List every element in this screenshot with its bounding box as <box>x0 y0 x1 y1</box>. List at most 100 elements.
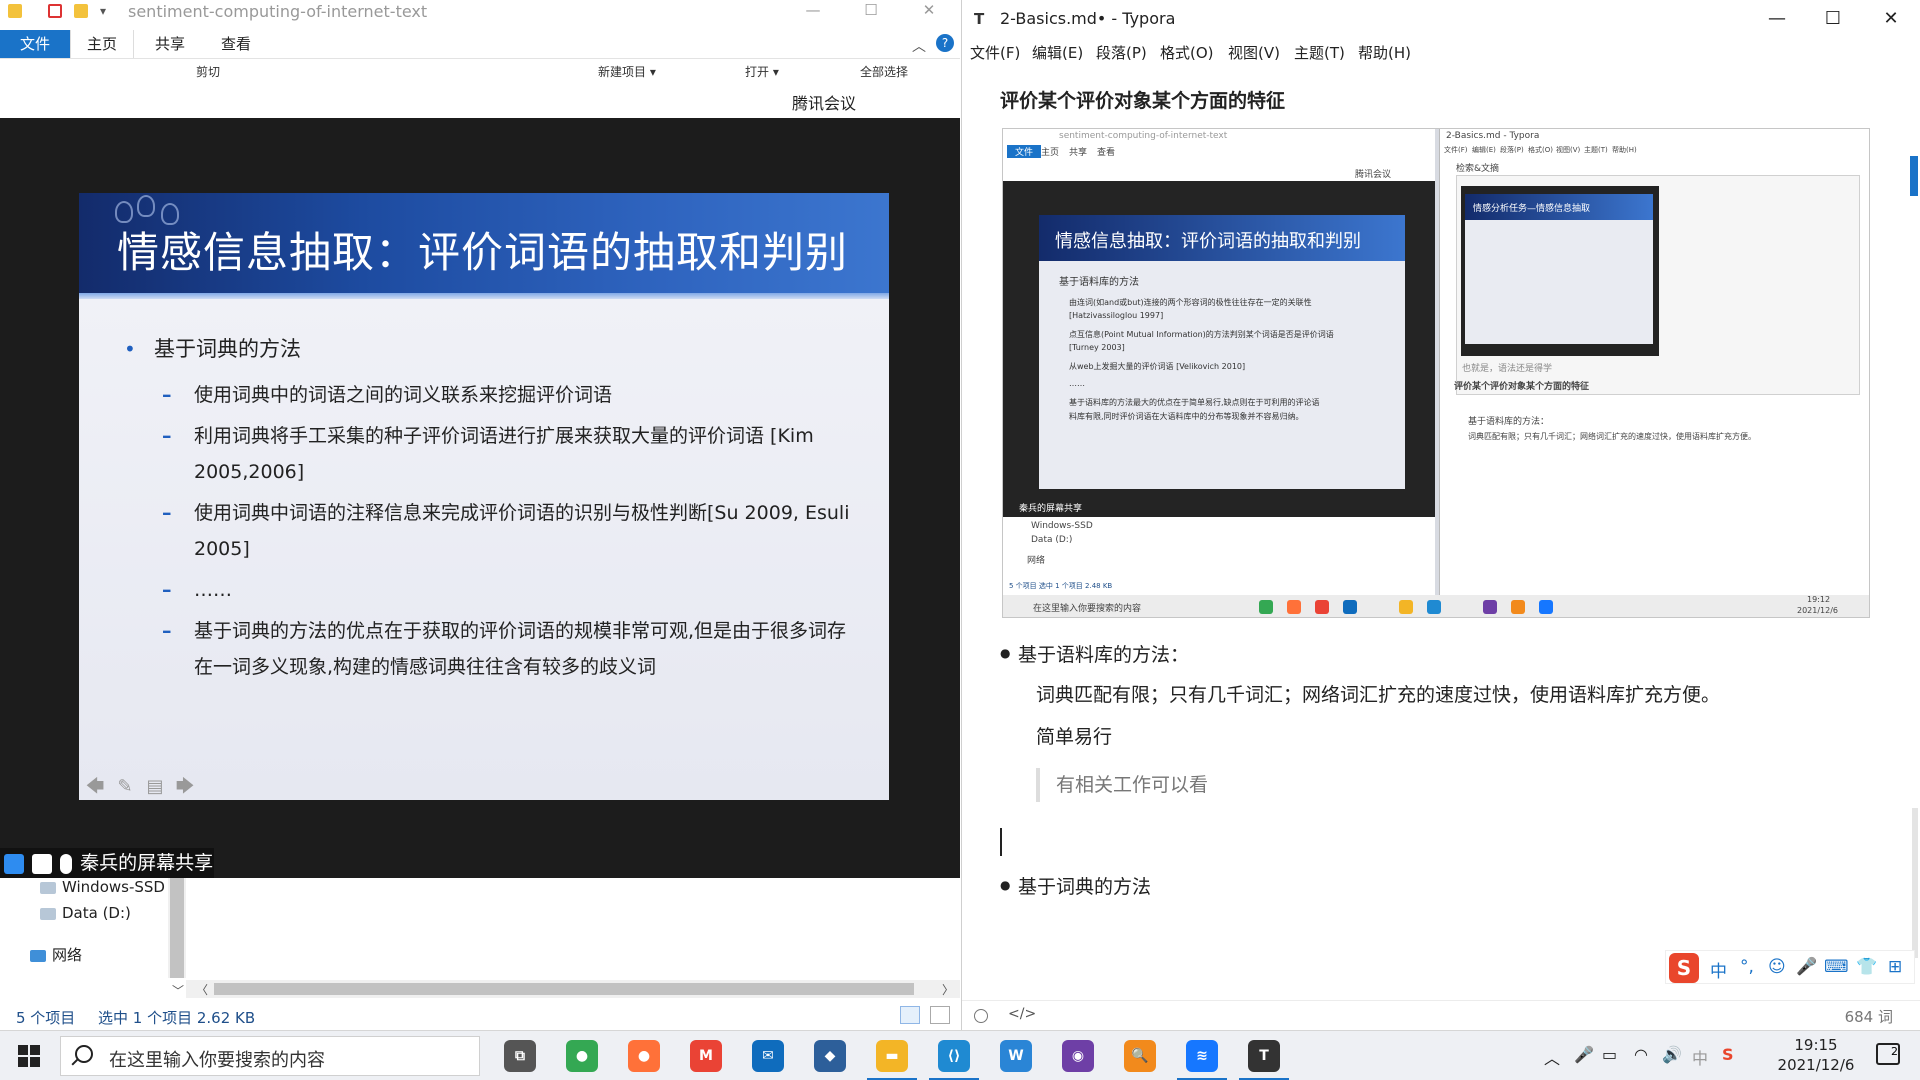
taskbar-github-icon[interactable]: ◉ <box>1062 1040 1094 1072</box>
menu-view[interactable]: 视图(V) <box>1228 42 1280 63</box>
close-button[interactable]: ✕ <box>1868 4 1914 34</box>
tree-item-data-d[interactable]: Data (D:) <box>40 904 131 922</box>
ribbon-tabs: 文件 主页 共享 查看 ︿ ? <box>0 30 960 58</box>
taskbar: 在这里输入你要搜索的内容 ⧉ ● ● M ✉ ◆ ▬ ⟨⟩ W ◉ 🔍 ≋ T ︿ 🎤 ▭ ◠ 🔊 中 … <box>0 1030 1920 1080</box>
ime-lang-toggle[interactable]: 中 <box>1710 957 1727 982</box>
menu-paragraph[interactable]: 段落(P) <box>1096 42 1147 63</box>
menu-edit[interactable]: 编辑(E) <box>1032 42 1083 63</box>
tab-home[interactable]: 主页 <box>70 30 134 58</box>
hscroll-thumb[interactable] <box>214 983 914 995</box>
taskbar-mail-icon[interactable]: ✉ <box>752 1040 784 1072</box>
ime-punct-toggle[interactable]: °, <box>1740 957 1754 977</box>
outline-toggle-icon[interactable] <box>974 1009 988 1023</box>
wifi-icon[interactable]: ◠ <box>1634 1045 1648 1064</box>
maximize-button[interactable]: ☐ <box>1810 4 1856 34</box>
typora-scrollbar[interactable] <box>1912 808 1918 958</box>
taskbar-virtualbox-icon[interactable]: ◆ <box>814 1040 846 1072</box>
taskbar-firefox-icon[interactable]: ● <box>628 1040 660 1072</box>
content-hscrollbar[interactable]: 〈 〉 <box>186 980 960 998</box>
tree-item-network[interactable]: 网络 <box>30 944 82 965</box>
taskbar-typora-icon[interactable]: T <box>1239 1040 1289 1080</box>
slide-nav-controls: 🡄 ✎ ▤ 🡆 <box>84 776 204 798</box>
minimize-button[interactable]: — <box>1754 4 1800 34</box>
close-button[interactable]: ✕ <box>906 0 952 22</box>
prev-slide-icon[interactable]: 🡄 <box>84 776 106 798</box>
mic-icon <box>60 853 73 874</box>
mini-menu-item: 主题(T) <box>1584 146 1608 154</box>
nav-scroll-thumb[interactable] <box>170 878 184 978</box>
details-view-button[interactable] <box>900 1006 920 1024</box>
taskbar-search-tool-icon[interactable]: 🔍 <box>1124 1040 1156 1072</box>
scroll-right-arrow[interactable]: 〉 <box>942 981 954 998</box>
notification-center-icon[interactable]: 2 <box>1876 1043 1900 1065</box>
new-folder-icon[interactable] <box>74 4 88 18</box>
mini-time: 19:12 <box>1807 595 1831 604</box>
help-icon[interactable]: ? <box>936 34 954 52</box>
minimize-button[interactable]: — <box>790 0 836 22</box>
maximize-button[interactable]: ☐ <box>848 0 894 22</box>
taskbar-vscode-icon[interactable]: ⟨⟩ <box>929 1040 979 1080</box>
scroll-down-arrow[interactable]: ﹀ <box>172 982 184 999</box>
pen-icon[interactable]: ✎ <box>114 776 136 798</box>
ime-lang-indicator[interactable]: 中 <box>1692 1045 1708 1069</box>
slide-menu-icon[interactable]: ▤ <box>144 776 166 798</box>
tab-file[interactable]: 文件 <box>0 30 70 58</box>
mini-nested-slide: 情感分析任务—情感信息抽取 <box>1465 194 1653 344</box>
doc-heading: 评价某个评价对象某个方面的特征 <box>1000 90 1286 112</box>
volume-icon[interactable]: 🔊 <box>1662 1045 1682 1064</box>
ime-skin-icon[interactable]: 👕 <box>1856 957 1877 977</box>
presentation-slide: 情感信息抽取：评价词语的抽取和判别 • 基于词典的方法 – 使用词典中的词语之间的词… <box>79 193 889 800</box>
sogou-tray-icon[interactable]: S <box>1722 1045 1734 1064</box>
properties-icon[interactable] <box>48 4 62 18</box>
ribbon-select-all[interactable]: 全部选择 <box>860 63 908 80</box>
ribbon-new-item[interactable]: 新建项目 ▾ <box>598 63 656 80</box>
menu-theme[interactable]: 主题(T) <box>1294 42 1345 63</box>
taskbar-file-explorer-icon[interactable]: ▬ <box>867 1040 917 1080</box>
ribbon-open[interactable]: 打开 ▾ <box>745 63 779 80</box>
mini-taskbar: 在这里输入你要搜索的内容 19:12 2021/12/6 <box>1003 595 1869 617</box>
ribbon-cut[interactable]: 剪切 <box>196 63 220 80</box>
battery-icon[interactable]: ▭ <box>1602 1045 1617 1064</box>
tab-view[interactable]: 查看 <box>206 30 266 58</box>
ime-toolbox-icon[interactable]: ⊞ <box>1888 957 1902 977</box>
taskbar-gmail-icon[interactable]: M <box>690 1040 722 1072</box>
tab-share[interactable]: 共享 <box>140 30 200 58</box>
word-count[interactable]: 684 词 <box>1845 1006 1893 1027</box>
typora-scroll-marker[interactable] <box>1910 156 1918 196</box>
file-explorer-window: ▾ sentiment-computing-of-internet-text —… <box>0 0 960 1030</box>
mini-note: 也就是，语法还是得学 <box>1462 364 1553 374</box>
ime-keyboard-icon[interactable]: ⌨ <box>1824 957 1849 977</box>
tree-item-windows-ssd[interactable]: Windows-SSD <box>40 878 165 896</box>
menu-help[interactable]: 帮助(H) <box>1358 42 1411 63</box>
typora-titlebar[interactable]: T 2-Basics.md• - Typora — ☐ ✕ <box>962 0 1920 38</box>
next-slide-icon[interactable]: 🡆 <box>174 776 196 798</box>
ime-voice-icon[interactable]: 🎤 <box>1796 957 1817 977</box>
editor-document[interactable]: 评价某个评价对象某个方面的特征 sentiment-computing-of-i… <box>962 66 1920 1006</box>
ime-emoji-icon[interactable]: ☺ <box>1768 957 1786 977</box>
explorer-titlebar[interactable]: ▾ sentiment-computing-of-internet-text —… <box>0 0 960 22</box>
scroll-left-arrow[interactable]: 〈 <box>196 981 208 998</box>
explorer-status-bar: 5 个项目 选中 1 个项目 2.62 KB <box>0 1002 960 1030</box>
menu-format[interactable]: 格式(O) <box>1160 42 1214 63</box>
collapse-ribbon-icon[interactable]: ︿ <box>912 36 926 56</box>
embedded-screenshot[interactable]: sentiment-computing-of-internet-text 文件 … <box>1002 128 1870 618</box>
source-mode-toggle[interactable]: </> <box>1008 1006 1036 1022</box>
customize-qat-icon[interactable]: ▾ <box>100 4 106 18</box>
mic-icon[interactable]: 🎤 <box>1574 1045 1594 1064</box>
taskbar-chrome-icon[interactable]: ● <box>566 1040 598 1072</box>
taskbar-search[interactable]: 在这里输入你要搜索的内容 <box>60 1036 480 1076</box>
sogou-logo-icon[interactable]: S <box>1669 953 1699 983</box>
taskbar-writer-icon[interactable]: W <box>1000 1040 1032 1072</box>
slide-sub-bullet: – 使用词典中词语的注释信息来完成评价词语的识别与极性判断[Su 2009, Es… <box>162 502 850 560</box>
windows-start-icon[interactable] <box>18 1045 40 1067</box>
large-icons-view-button[interactable] <box>930 1006 950 1024</box>
meeting-app-title: 腾讯会议 <box>792 94 857 113</box>
slide-sub-bullet: – 使用词典中的词语之间的词义联系来挖掘评价词语 <box>162 384 613 406</box>
search-placeholder: 在这里输入你要搜索的内容 <box>109 1050 325 1071</box>
system-clock[interactable]: 19:15 2021/12/6 <box>1766 1035 1866 1075</box>
show-hidden-icons[interactable]: ︿ <box>1544 1045 1560 1069</box>
menu-file[interactable]: 文件(F) <box>970 42 1020 63</box>
taskbar-tencent-meeting-icon[interactable]: ≋ <box>1177 1040 1227 1080</box>
nav-scrollbar[interactable] <box>168 878 186 978</box>
taskbar-task-view-icon[interactable]: ⧉ <box>504 1040 536 1072</box>
